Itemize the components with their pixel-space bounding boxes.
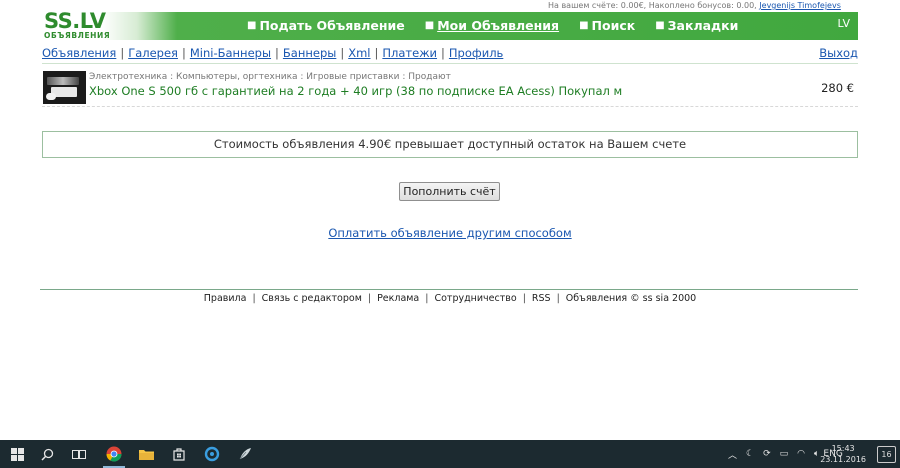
chevron-up-icon[interactable]: ︿ bbox=[728, 448, 737, 461]
ad-title-link[interactable]: Xbox One S 500 гб с гарантией на 2 года … bbox=[89, 84, 622, 98]
site-logo[interactable]: SS.LV ОБЪЯВЛЕНИЯ bbox=[44, 10, 110, 40]
language-switch[interactable]: LV bbox=[838, 17, 850, 30]
footer-divider bbox=[40, 289, 858, 290]
separator: | bbox=[367, 293, 372, 304]
footer-advertising[interactable]: Реклама bbox=[377, 293, 419, 304]
subnav-mini-banners[interactable]: Mini-Баннеры bbox=[190, 46, 271, 60]
footer-rss[interactable]: RSS bbox=[532, 293, 551, 304]
account-balance-text: На вашем счёте: 0.00€, Накоплено бонусов… bbox=[548, 1, 757, 10]
subnav-gallery[interactable]: Галерея bbox=[128, 46, 178, 60]
nav-bookmarks[interactable]: ■ Закладки bbox=[655, 18, 738, 33]
separator: | bbox=[340, 46, 345, 60]
site-header: SS.LV ОБЪЯВЛЕНИЯ ■ Подать Объявление ■ Мои… bbox=[42, 10, 858, 40]
app-feather-icon[interactable] bbox=[228, 440, 262, 468]
separator: | bbox=[522, 293, 526, 304]
subnav-profile[interactable]: Профиль bbox=[449, 46, 503, 60]
search-icon[interactable] bbox=[30, 440, 64, 468]
logo-text: SS.LV bbox=[44, 9, 106, 33]
notification-center-icon[interactable]: 16 bbox=[877, 446, 896, 463]
nav-submit-ad[interactable]: ■ Подать Объявление bbox=[247, 18, 405, 33]
nav-my-ads[interactable]: ■ Мои Объявления bbox=[425, 18, 559, 33]
subnav-ads[interactable]: Объявления bbox=[42, 46, 116, 60]
logo-subtitle: ОБЪЯВЛЕНИЯ bbox=[44, 31, 111, 40]
separator: | bbox=[252, 293, 256, 304]
bullet-icon: ■ bbox=[655, 20, 665, 31]
bullet-icon: ■ bbox=[579, 20, 589, 31]
separator: | bbox=[120, 46, 125, 60]
nav-search[interactable]: ■ Поиск bbox=[579, 18, 635, 33]
file-explorer-icon[interactable] bbox=[129, 440, 163, 468]
top-navigation: ■ Подать Объявление ■ Мои Объявления ■ Поис… bbox=[247, 18, 758, 33]
store-icon[interactable] bbox=[162, 440, 196, 468]
clock-time: 15:43 bbox=[831, 444, 855, 453]
footer-contact-editor[interactable]: Связь с редактором bbox=[262, 293, 362, 304]
logout-link[interactable]: Выход bbox=[819, 46, 858, 60]
footer-cooperation[interactable]: Сотрудничество bbox=[434, 293, 516, 304]
app-circle-icon[interactable] bbox=[195, 440, 229, 468]
clock-date: 23.11.2016 bbox=[820, 455, 866, 464]
ad-thumbnail[interactable] bbox=[43, 71, 86, 104]
taskbar-clock[interactable]: 15:43 23.11.2016 bbox=[820, 443, 866, 465]
pay-other-container: Оплатить объявление другим способом bbox=[0, 226, 900, 240]
volume-icon[interactable]: 🔈︎ bbox=[814, 449, 819, 459]
separator: | bbox=[441, 46, 445, 60]
pay-other-method-link[interactable]: Оплатить объявление другим способом bbox=[328, 226, 571, 240]
account-status-bar: На вашем счёте: 0.00€, Накоплено бонусов… bbox=[548, 0, 888, 11]
chrome-icon[interactable] bbox=[97, 440, 131, 468]
topup-account-button[interactable]: Пополнить счёт bbox=[399, 182, 500, 201]
footer-rules[interactable]: Правила bbox=[204, 293, 247, 304]
separator: | bbox=[181, 46, 186, 60]
bullet-icon: ■ bbox=[247, 20, 257, 31]
windows-taskbar: ︿ ☾ ⟳ ▭ ◠ 🔈︎ ENG 15:43 23.11.2016 16 bbox=[0, 440, 900, 468]
site-footer: Правила | Связь с редактором | Реклама | Сотру… bbox=[0, 293, 900, 304]
user-profile-link[interactable]: Jevgenijs Timofejevs bbox=[759, 1, 841, 10]
subnav-payments[interactable]: Платежи bbox=[382, 46, 437, 60]
separator: | bbox=[556, 293, 560, 304]
subnav-links: Объявления | Галерея | Mini-Баннеры | Баннеры |… bbox=[42, 46, 503, 60]
bullet-icon: ■ bbox=[424, 20, 435, 31]
separator: | bbox=[425, 293, 429, 304]
separator: | bbox=[275, 46, 279, 60]
task-view-icon[interactable] bbox=[62, 440, 96, 468]
separator: | bbox=[374, 46, 379, 60]
moon-icon[interactable]: ☾ bbox=[746, 449, 754, 459]
ad-price: 280 € bbox=[821, 81, 854, 95]
ad-category-path: Электротехника : Компьютеры, оргтехника … bbox=[89, 72, 451, 82]
ad-listing-row: Электротехника : Компьютеры, оргтехника … bbox=[42, 70, 858, 107]
footer-copyright: Объявления © ss sia 2000 bbox=[565, 293, 697, 304]
subnav-banners[interactable]: Баннеры bbox=[283, 46, 336, 60]
battery-icon[interactable]: ▭ bbox=[780, 449, 789, 459]
windows-start-icon[interactable] bbox=[0, 440, 34, 468]
sync-icon[interactable]: ⟳ bbox=[763, 449, 771, 459]
account-subnav: Объявления | Галерея | Mini-Баннеры | Баннеры |… bbox=[42, 45, 858, 64]
wifi-icon[interactable]: ◠ bbox=[797, 449, 805, 459]
insufficient-balance-notice: Стоимость объявления 4.90€ превышает дос… bbox=[42, 131, 858, 158]
subnav-xml[interactable]: Xml bbox=[348, 46, 370, 60]
